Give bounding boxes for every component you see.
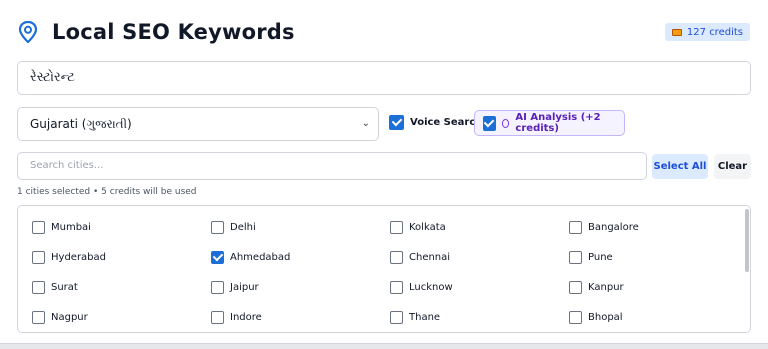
city-label: Indore (230, 312, 262, 323)
city-label: Thane (409, 312, 441, 323)
credit-card-icon (671, 28, 682, 36)
scrollbar-thumb[interactable] (745, 209, 749, 272)
select-all-button[interactable]: Select All (652, 154, 708, 179)
city-search-input[interactable]: Search cities... (17, 152, 647, 180)
city-option[interactable]: Indore (211, 311, 262, 324)
map-pin-icon (18, 20, 38, 44)
city-option[interactable]: Delhi (211, 221, 256, 234)
language-select[interactable]: Gujarati (ગુજરાતી) ⌄ (17, 107, 379, 141)
city-label: Jaipur (230, 282, 259, 293)
city-list: Mumbai Delhi Kolkata Bangalore Hyderabad Ahme… (17, 205, 751, 333)
credits-badge: 127 credits (664, 23, 750, 41)
sparkle-icon (501, 118, 510, 128)
ai-analysis-toggle[interactable]: AI Analysis (+2 credits) (474, 110, 625, 136)
city-option[interactable]: Kanpur (569, 281, 624, 294)
city-checkbox[interactable] (390, 281, 403, 294)
city-option[interactable]: Lucknow (390, 281, 453, 294)
city-label: Pune (588, 252, 613, 263)
city-checkbox[interactable] (390, 221, 403, 234)
city-label: Kolkata (409, 222, 446, 233)
city-label: Kanpur (588, 282, 624, 293)
city-option[interactable]: Nagpur (32, 311, 88, 324)
selection-info: 1 cities selected • 5 credits will be us… (17, 187, 197, 197)
city-option[interactable]: Hyderabad (32, 251, 106, 264)
city-checkbox[interactable] (32, 251, 45, 264)
city-option[interactable]: Kolkata (390, 221, 446, 234)
city-checkbox[interactable] (569, 311, 582, 324)
ai-analysis-checkbox[interactable] (483, 115, 496, 131)
city-label: Bhopal (588, 312, 623, 323)
city-checkbox[interactable] (569, 281, 582, 294)
city-option[interactable]: Thane (390, 311, 440, 324)
credits-label: 127 credits (686, 26, 743, 38)
city-checkbox[interactable] (32, 311, 45, 324)
voice-search-toggle[interactable]: Voice Search (389, 115, 482, 130)
city-checkbox[interactable] (32, 221, 45, 234)
ai-analysis-label: AI Analysis (+2 credits) (515, 112, 601, 134)
bottom-scrollbar[interactable] (0, 343, 768, 349)
clear-button[interactable]: Clear (714, 154, 751, 179)
city-option[interactable]: Pune (569, 251, 613, 264)
chevron-down-icon: ⌄ (361, 118, 370, 129)
city-option[interactable]: Chennai (390, 251, 450, 264)
city-option[interactable]: Bhopal (569, 311, 623, 324)
city-option[interactable]: Bangalore (569, 221, 639, 234)
city-option[interactable]: Ahmedabad (211, 251, 290, 264)
city-label: Ahmedabad (230, 252, 291, 263)
city-label: Surat (51, 282, 78, 293)
city-label: Delhi (230, 222, 256, 233)
city-checkbox[interactable] (211, 311, 224, 324)
city-label: Nagpur (51, 312, 88, 323)
city-option[interactable]: Mumbai (32, 221, 91, 234)
voice-search-label: Voice Search (410, 117, 483, 128)
city-checkbox[interactable] (32, 281, 45, 294)
keyword-input[interactable]: રેસ્ટોરન્ટ (17, 61, 751, 95)
city-checkbox[interactable] (390, 311, 403, 324)
language-select-value: Gujarati (ગુજરાતી) (30, 117, 132, 131)
city-label: Mumbai (51, 222, 91, 233)
city-checkbox[interactable] (211, 281, 224, 294)
city-checkbox[interactable] (211, 221, 224, 234)
city-label: Lucknow (409, 282, 453, 293)
city-label: Chennai (409, 252, 451, 263)
voice-search-checkbox[interactable] (389, 115, 404, 130)
city-option[interactable]: Jaipur (211, 281, 259, 294)
city-label: Bangalore (588, 222, 639, 233)
city-checkbox[interactable] (569, 221, 582, 234)
page-title: Local SEO Keywords (52, 20, 295, 44)
city-option[interactable]: Surat (32, 281, 78, 294)
page-header: Local SEO Keywords (18, 20, 295, 44)
city-label: Hyderabad (51, 252, 106, 263)
city-checkbox[interactable] (569, 251, 582, 264)
city-checkbox[interactable] (390, 251, 403, 264)
city-checkbox[interactable] (211, 251, 224, 264)
